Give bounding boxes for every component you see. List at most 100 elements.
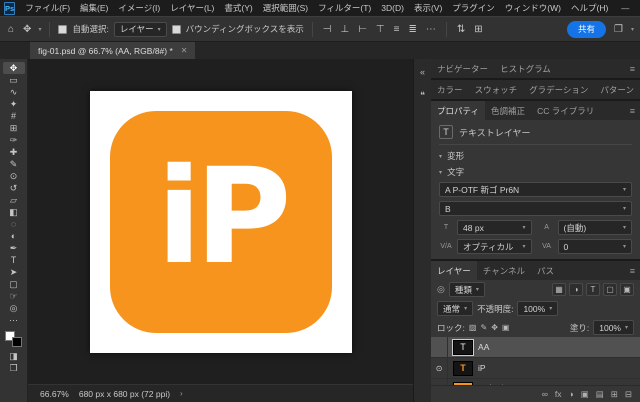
blur-tool[interactable]: ◌ — [3, 218, 25, 230]
marquee-tool[interactable]: ▭ — [3, 74, 25, 86]
zoom-tool[interactable]: ◎ — [3, 302, 25, 314]
bounding-box-checkbox[interactable] — [172, 25, 181, 34]
layer-row-aa[interactable]: T AA — [431, 337, 640, 358]
document-canvas[interactable]: iP — [90, 91, 352, 353]
layer-effects-icon[interactable]: fx — [555, 390, 562, 399]
tab-properties[interactable]: プロパティ — [431, 101, 485, 120]
eyedropper-tool[interactable]: ✑ — [3, 134, 25, 146]
layer-thumbnail[interactable]: T — [453, 361, 473, 376]
tab-close-icon[interactable]: ✕ — [181, 46, 188, 55]
layer-thumbnail[interactable]: T — [453, 340, 473, 355]
share-button[interactable]: 共有 — [567, 21, 606, 38]
blend-mode-dropdown[interactable]: 通常 ▾ — [437, 301, 473, 316]
tab-navigator[interactable]: ナビゲーター — [431, 59, 494, 78]
panel-menu-icon[interactable]: ≡ — [625, 266, 640, 276]
collapse-panels-icon[interactable]: « — [420, 67, 425, 77]
distribute-horizontal-icon[interactable]: ≡ — [392, 24, 402, 35]
character-section-header[interactable]: ▾ 文字 — [439, 166, 632, 178]
align-center-icon[interactable]: ⊥ — [338, 24, 351, 35]
menu-layer[interactable]: レイヤー(L) — [165, 2, 219, 14]
filter-type-dropdown[interactable]: 種類 ▾ — [449, 282, 485, 297]
gradient-tool[interactable]: ◧ — [3, 206, 25, 218]
color-swatches[interactable] — [5, 331, 22, 347]
panel-menu-icon[interactable]: ≡ — [625, 64, 640, 74]
quick-mask-icon[interactable]: ◨ — [3, 350, 25, 362]
lasso-tool[interactable]: ∿ — [3, 86, 25, 98]
tool-preset-chevron-icon[interactable]: ▾ — [38, 26, 41, 33]
align-right-icon[interactable]: ⊢ — [356, 24, 369, 35]
clone-stamp-tool[interactable]: ⊙ — [3, 170, 25, 182]
screen-mode-icon[interactable]: ❐ — [3, 362, 25, 374]
adjustment-layer-icon[interactable]: ▣ — [581, 390, 589, 399]
tab-patterns[interactable]: パターン — [594, 80, 640, 99]
auto-select-dropdown[interactable]: レイヤー ▾ — [114, 22, 167, 37]
tab-histogram[interactable]: ヒストグラム — [494, 59, 557, 78]
lock-pixels-icon[interactable]: ✎ — [480, 323, 487, 332]
opacity-dropdown[interactable]: 100% ▾ — [517, 301, 558, 316]
shape-tool[interactable]: ▢ — [3, 278, 25, 290]
align-left-icon[interactable]: ⊣ — [321, 24, 334, 35]
arrange-icon[interactable]: ⇅ — [455, 24, 467, 35]
filter-pixel-icon[interactable]: ▦ — [552, 283, 566, 296]
link-layers-icon[interactable]: ∞ — [542, 390, 548, 399]
menu-image[interactable]: イメージ(I) — [113, 2, 165, 14]
move-tool[interactable]: ✥ — [3, 62, 25, 74]
filter-smart-object-icon[interactable]: ▣ — [620, 283, 634, 296]
brush-tool[interactable]: ✎ — [3, 158, 25, 170]
workspace-chevron-icon[interactable]: ▾ — [631, 26, 634, 33]
menu-filter[interactable]: フィルター(T) — [313, 2, 376, 14]
menu-edit[interactable]: 編集(E) — [75, 2, 113, 14]
fill-dropdown[interactable]: 100% ▾ — [593, 320, 634, 335]
history-brush-tool[interactable]: ↺ — [3, 182, 25, 194]
transform-section-header[interactable]: ▾ 変形 — [439, 150, 632, 162]
more-options-icon[interactable]: ⋯ — [424, 24, 438, 35]
new-group-icon[interactable]: ▤ — [596, 390, 604, 399]
minimize-button[interactable]: — — [613, 0, 637, 16]
menu-view[interactable]: 表示(V) — [409, 2, 447, 14]
distribute-vertical-icon[interactable]: ≣ — [406, 24, 418, 35]
quick-selection-tool[interactable]: ✦ — [3, 98, 25, 110]
leading-dropdown[interactable]: (自動) ▾ — [558, 220, 632, 235]
visibility-toggle[interactable] — [431, 337, 448, 357]
workspace-icon[interactable]: ❐ — [612, 24, 625, 35]
tab-adjustments[interactable]: 色調補正 — [485, 101, 531, 120]
status-chevron-icon[interactable]: › — [180, 389, 183, 398]
filter-type-icon[interactable]: T — [586, 283, 600, 296]
tab-color[interactable]: カラー — [431, 80, 469, 99]
filter-shape-icon[interactable]: ▢ — [603, 283, 617, 296]
new-layer-icon[interactable]: ⊞ — [611, 390, 618, 399]
tab-gradients[interactable]: グラデーション — [523, 80, 594, 99]
lock-transparency-icon[interactable]: ▨ — [469, 323, 477, 332]
frame-tool[interactable]: ⊞ — [3, 122, 25, 134]
layer-mask-icon[interactable]: ◑ — [569, 390, 574, 399]
lock-position-icon[interactable]: ✥ — [491, 323, 498, 332]
font-family-dropdown[interactable]: A P-OTF 新ゴ Pr6N ▾ — [439, 182, 632, 197]
pen-tool[interactable]: ✒ — [3, 242, 25, 254]
active-tool-icon[interactable]: ✥ — [21, 24, 33, 35]
menu-select[interactable]: 選択範囲(S) — [258, 2, 313, 14]
font-size-dropdown[interactable]: 48 px ▾ — [457, 220, 531, 235]
menu-plugins[interactable]: プラグイン — [447, 2, 500, 14]
tab-layers[interactable]: レイヤー — [431, 261, 477, 280]
lock-all-icon[interactable]: ▣ — [502, 323, 510, 332]
type-tool[interactable]: T — [3, 254, 25, 266]
menu-3d[interactable]: 3D(D) — [376, 3, 409, 13]
font-style-dropdown[interactable]: B ▾ — [439, 201, 632, 216]
path-selection-tool[interactable]: ➤ — [3, 266, 25, 278]
menu-file[interactable]: ファイル(F) — [20, 2, 75, 14]
kerning-dropdown[interactable]: オプティカル ▾ — [457, 239, 531, 254]
dodge-tool[interactable]: ◐ — [3, 230, 25, 242]
home-icon[interactable]: ⌂ — [6, 24, 16, 35]
grid-icon[interactable]: ⊞ — [472, 24, 484, 35]
edit-toolbar-icon[interactable]: ⋯ — [3, 314, 25, 326]
comments-icon[interactable]: ❝ — [420, 90, 425, 101]
auto-select-checkbox[interactable] — [58, 25, 67, 34]
menu-help[interactable]: ヘルプ(H) — [566, 2, 613, 14]
tab-swatches[interactable]: スウォッチ — [469, 80, 524, 99]
visibility-toggle[interactable]: ⊙ — [431, 358, 448, 378]
document-tab[interactable]: fig-01.psd @ 66.7% (AA, RGB/8#) * ✕ — [30, 42, 195, 59]
align-top-icon[interactable]: ⊤ — [374, 24, 387, 35]
eraser-tool[interactable]: ▱ — [3, 194, 25, 206]
tab-paths[interactable]: パス — [531, 261, 560, 280]
background-color-swatch[interactable] — [12, 337, 22, 347]
